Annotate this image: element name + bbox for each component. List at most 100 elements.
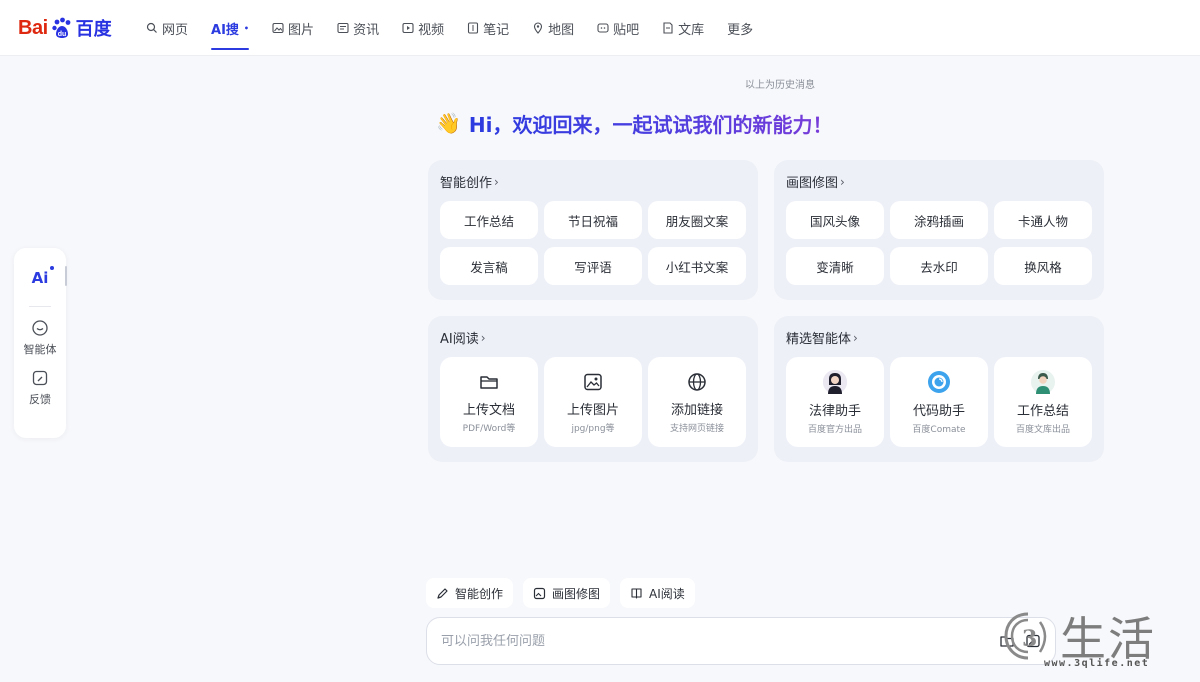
ai-badge-dot [50, 266, 54, 270]
lawyer-avatar-icon [823, 369, 847, 394]
rail-agents-button[interactable]: 智能体 [24, 319, 57, 357]
card-upload-image[interactable]: 上传图片 jpg/png等 [544, 357, 642, 447]
history-link[interactable]: 以上为历史消息 [700, 76, 860, 91]
chat-input[interactable] [441, 633, 999, 649]
image-icon [584, 373, 602, 390]
pen-icon [437, 587, 448, 599]
watermark-url: www.3qlife.net [1044, 658, 1150, 669]
chip-change-style[interactable]: 换风格 [994, 247, 1092, 285]
card-title: 法律助手 [808, 403, 861, 419]
note-icon [468, 22, 479, 34]
panel-drawing: 画图修图 › 国风头像 涂鸦插画 卡通人物 变清晰 去水印 换风格 [774, 160, 1104, 300]
chevron-right-icon: › [840, 174, 845, 189]
rail-feedback-button[interactable]: 反馈 [29, 369, 51, 407]
reading-card-grid: 上传文档 PDF/Word等 上传图片 jpg/png等 添加链接 支持网页链接 [440, 357, 746, 447]
chip-speech-draft[interactable]: 发言稿 [440, 247, 538, 285]
tieba-icon [597, 23, 609, 33]
worker-avatar-icon [1031, 369, 1055, 394]
nav-ai-dot: • [243, 23, 250, 33]
top-nav-bar: Bai du 百度 网页 AI搜 • 图片 资讯 视频 笔记 地图 贴吧 文库 … [0, 0, 1200, 56]
card-legal-assistant[interactable]: 法律助手 百度官方出品 [786, 357, 884, 447]
nav-wenku[interactable]: 文库 [662, 0, 704, 56]
folder-icon [480, 375, 498, 389]
ai-home-button[interactable]: Ai [26, 264, 54, 292]
nav-ai-search[interactable]: AI搜 • [211, 0, 250, 56]
panel-title-text: AI阅读 [440, 332, 479, 347]
news-icon [337, 22, 349, 34]
nav-notes[interactable]: 笔记 [467, 0, 509, 56]
quick-label: AI阅读 [649, 586, 685, 601]
logo-text-baidu: 百度 [75, 19, 112, 39]
panel-title-text: 精选智能体 [786, 332, 852, 347]
card-title: 代码助手 [912, 403, 965, 419]
creation-chip-grid: 工作总结 节日祝福 朋友圈文案 发言稿 写评语 小红书文案 [440, 201, 746, 285]
card-subtitle: 百度官方出品 [807, 424, 862, 435]
card-add-link[interactable]: 添加链接 支持网页链接 [648, 357, 746, 447]
book-icon [631, 587, 642, 599]
panel-agents-title[interactable]: 精选智能体 › [786, 328, 1092, 348]
card-work-summary-agent[interactable]: 工作总结 百度文库出品 [994, 357, 1092, 447]
nav-map[interactable]: 地图 [532, 0, 574, 56]
nav-tieba[interactable]: 贴吧 [597, 0, 639, 56]
doc-icon [663, 22, 673, 34]
chip-holiday-wishes[interactable]: 节日祝福 [544, 201, 642, 239]
nav-images[interactable]: 图片 [272, 0, 314, 56]
chip-moments-copy[interactable]: 朋友圈文案 [648, 201, 746, 239]
chip-enhance-clarity[interactable]: 变清晰 [786, 247, 884, 285]
card-title: 上传文档 [462, 402, 515, 418]
greeting: 👋 Hi，欢迎回来，一起试试我们的新能力！ [436, 108, 833, 138]
rail-agents-label: 智能体 [23, 343, 57, 356]
chevron-right-icon: › [494, 174, 499, 189]
panel-creation: 智能创作 › 工作总结 节日祝福 朋友圈文案 发言稿 写评语 小红书文案 [428, 160, 758, 300]
quick-label: 智能创作 [455, 586, 504, 601]
card-subtitle: 支持网页链接 [669, 423, 724, 434]
baidu-logo[interactable]: Bai du 百度 [18, 14, 112, 42]
globe-icon [688, 372, 706, 391]
greeting-text: Hi，欢迎回来，一起试试我们的新能力！ [469, 109, 833, 138]
nav-video[interactable]: 视频 [402, 0, 444, 56]
card-code-assistant[interactable]: 代码助手 百度Comate [890, 357, 988, 447]
panel-agents: 精选智能体 › 法律助手 百度官方出品 代码助手 百度Comate 工作总结 百… [774, 316, 1104, 462]
rail-divider [29, 306, 51, 307]
panel-reading-title[interactable]: AI阅读 › [440, 328, 746, 348]
agent-icon [32, 320, 48, 336]
chip-work-summary[interactable]: 工作总结 [440, 201, 538, 239]
rail-active-indicator [65, 266, 67, 286]
card-subtitle: PDF/Word等 [462, 423, 516, 434]
panel-title-text: 智能创作 [440, 176, 493, 191]
panel-creation-title[interactable]: 智能创作 › [440, 172, 746, 192]
nav-label: 网页 [162, 22, 189, 38]
logo-text-bai: Bai [18, 16, 48, 39]
chip-guofeng-avatar[interactable]: 国风头像 [786, 201, 884, 239]
panel-reading: AI阅读 › 上传文档 PDF/Word等 上传图片 jpg/png等 添加链接… [428, 316, 758, 462]
quick-ai-reading-button[interactable]: AI阅读 [620, 578, 695, 608]
quick-draw-button[interactable]: 画图修图 [523, 578, 611, 608]
feedback-icon [32, 370, 48, 386]
nav-web[interactable]: 网页 [146, 0, 188, 56]
main-nav: 网页 AI搜 • 图片 资讯 视频 笔记 地图 贴吧 文库 更多 [146, 0, 776, 56]
video-icon [402, 22, 414, 34]
chip-write-comment[interactable]: 写评语 [544, 247, 642, 285]
quick-actions-bar: 智能创作 画图修图 AI阅读 [426, 578, 695, 608]
nav-more[interactable]: 更多 [727, 0, 753, 56]
rail-feedback-label: 反馈 [29, 393, 51, 406]
nav-news[interactable]: 资讯 [337, 0, 379, 56]
wave-hand-icon: 👋 [436, 111, 461, 135]
panel-drawing-title[interactable]: 画图修图 › [786, 172, 1092, 192]
nav-label: 贴吧 [613, 22, 640, 38]
chip-remove-watermark[interactable]: 去水印 [890, 247, 988, 285]
quick-label: 画图修图 [552, 586, 601, 601]
card-subtitle: 百度Comate [912, 424, 966, 435]
chip-doodle-illustration[interactable]: 涂鸦插画 [890, 201, 988, 239]
chip-cartoon-character[interactable]: 卡通人物 [994, 201, 1092, 239]
search-icon [146, 22, 157, 33]
nav-label: 文库 [678, 22, 705, 38]
quick-smart-creation-button[interactable]: 智能创作 [426, 578, 514, 608]
svg-text:du: du [57, 31, 66, 38]
ai-badge-label: Ai [31, 269, 49, 287]
card-upload-document[interactable]: 上传文档 PDF/Word等 [440, 357, 538, 447]
nav-label: 地图 [548, 22, 575, 38]
left-rail: Ai 智能体 反馈 [14, 248, 67, 438]
chip-xiaohongshu-copy[interactable]: 小红书文案 [648, 247, 746, 285]
chevron-right-icon: › [853, 330, 858, 345]
